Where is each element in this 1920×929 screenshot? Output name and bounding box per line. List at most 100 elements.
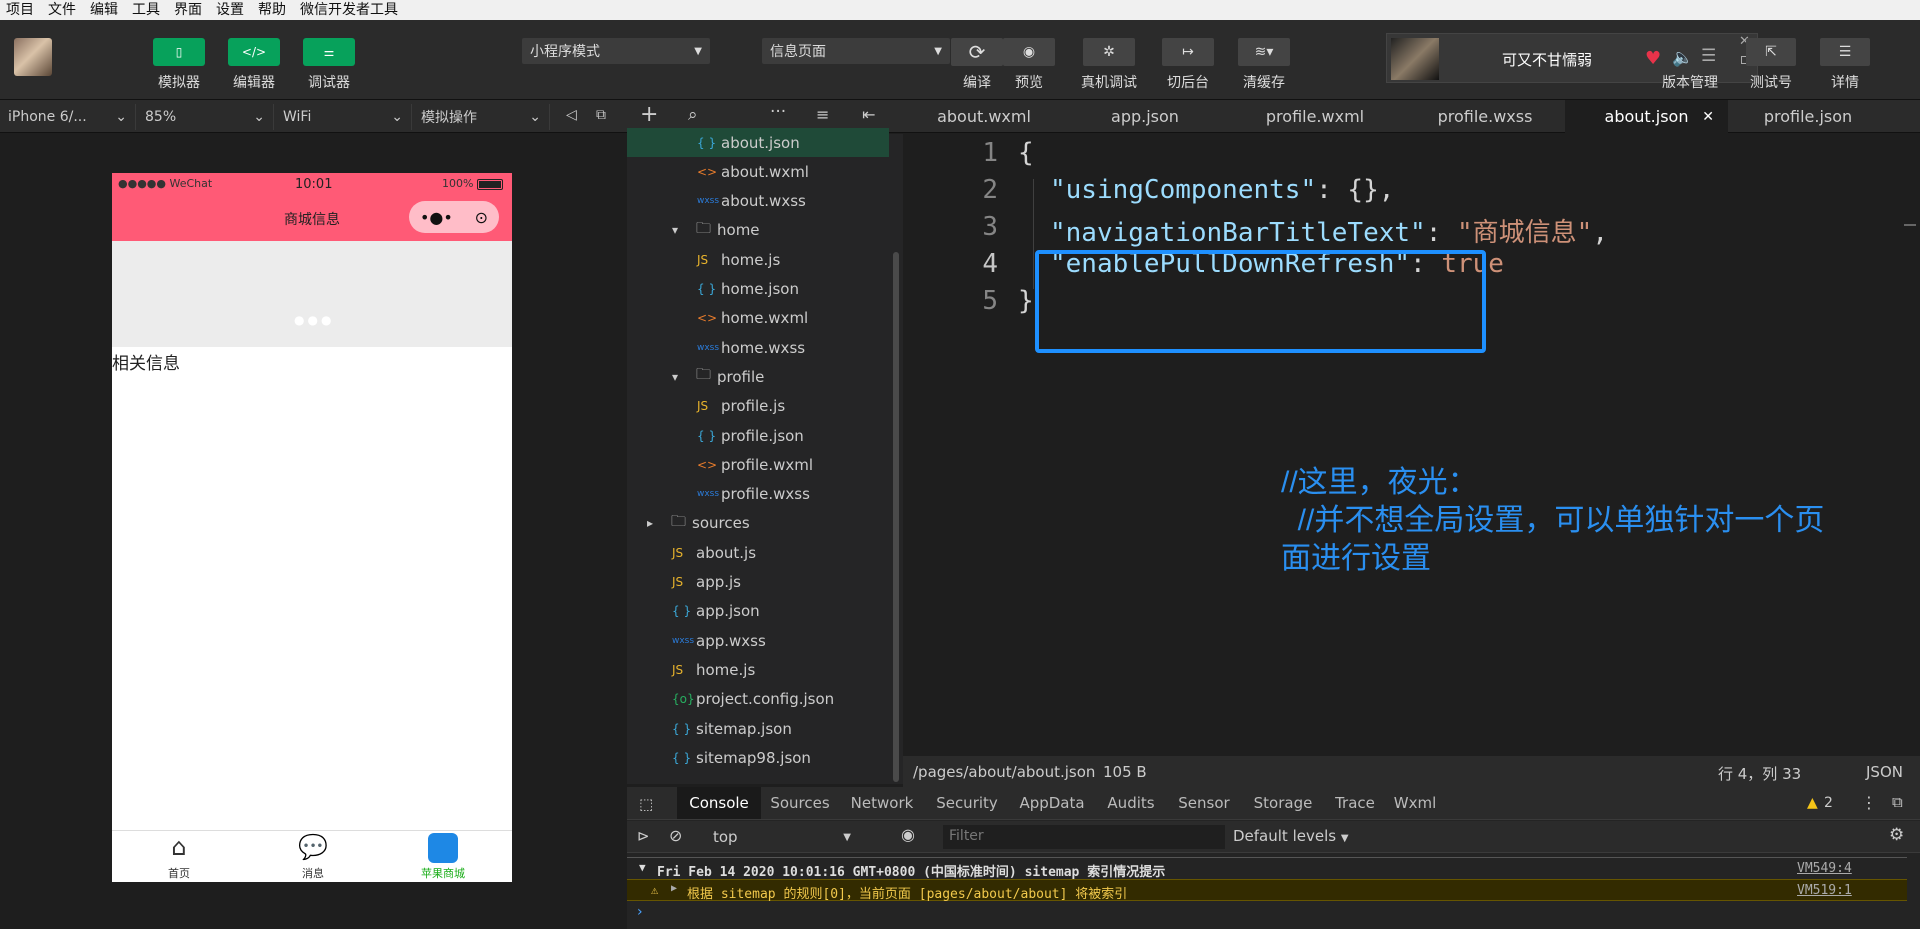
menu-item[interactable]: 工具 — [132, 0, 160, 20]
tree-scrollbar[interactable] — [893, 252, 899, 782]
menu-item[interactable]: 界面 — [174, 0, 202, 20]
mode-select[interactable]: 小程序模式 ▼ — [522, 38, 710, 64]
mute-icon[interactable]: ◁ — [566, 107, 577, 123]
tree-file[interactable]: JS app.js — [672, 568, 893, 597]
tree-file[interactable]: { } sitemap98.json — [672, 743, 893, 772]
warning-icon[interactable]: ▲ — [1807, 795, 1818, 811]
tree-file[interactable]: {o} project.config.json — [672, 685, 893, 714]
tab-about-json[interactable]: about.json ✕ — [1565, 100, 1728, 133]
tree-folder[interactable]: ▸ 🗀 sources — [647, 509, 893, 538]
collapse-icon[interactable]: ⇤ — [862, 105, 875, 124]
home-heart-icon[interactable]: ⌂ — [164, 833, 194, 861]
close-icon[interactable]: ✕ — [1702, 109, 1714, 125]
tree-file[interactable]: { } about.json — [627, 128, 889, 157]
background-button[interactable]: ↦ — [1162, 38, 1214, 66]
menu-item[interactable]: 项目 — [6, 0, 34, 20]
tab-about-wxml[interactable]: about.wxml — [903, 100, 1065, 133]
tree-file[interactable]: JS profile.js — [697, 392, 893, 421]
volume-icon[interactable]: 🔈 — [1672, 48, 1693, 68]
tree-file[interactable]: <> profile.wxml — [697, 450, 893, 479]
close-circle-icon[interactable]: ⊙ — [475, 208, 488, 227]
playlist-icon[interactable]: ☰ — [1701, 46, 1716, 66]
heart-icon[interactable]: ♥ — [1645, 48, 1661, 69]
filter-input[interactable]: Filter — [943, 825, 1225, 849]
test-id-button[interactable]: ⇱ — [1746, 38, 1796, 66]
eye-icon[interactable]: ◉ — [901, 825, 915, 844]
menu-item[interactable]: 设置 — [216, 0, 244, 20]
tab-profile-json[interactable]: profile.json — [1728, 100, 1888, 133]
console-group[interactable]: ▼ Fri Feb 14 2020 10:01:16 GMT+0800 (中国标… — [627, 857, 1907, 880]
simulator-button[interactable]: ▯ — [153, 38, 205, 66]
tree-file[interactable]: wxss home.wxss — [697, 333, 893, 362]
cursor-position[interactable]: 行 4，列 33 — [1718, 763, 1801, 784]
add-icon[interactable]: + — [640, 102, 658, 127]
log-source-link[interactable]: VM549:4 — [1797, 861, 1852, 876]
tree-file[interactable]: JS home.js — [697, 245, 893, 274]
inspect-icon[interactable]: ⬚ — [639, 795, 653, 813]
devtools-tab-wxml[interactable]: Wxml — [1385, 787, 1445, 819]
kebab-icon[interactable]: ⋮ — [1861, 793, 1877, 812]
tab-profile-wxml[interactable]: profile.wxml — [1225, 100, 1405, 133]
devtools-tab-sensor[interactable]: Sensor — [1167, 787, 1241, 819]
log-levels-select[interactable]: Default levels ▼ — [1233, 827, 1349, 845]
details-button[interactable]: ☰ — [1820, 38, 1870, 66]
sidebar-toggle-icon[interactable]: ⊳ — [637, 827, 650, 845]
menu-item[interactable]: 微信开发者工具 — [300, 0, 398, 20]
editor-button[interactable]: </> — [228, 38, 280, 66]
devtools-tab-storage[interactable]: Storage — [1241, 787, 1325, 819]
tree-file[interactable]: <> about.wxml — [697, 157, 893, 186]
tree-file[interactable]: { } app.json — [672, 597, 893, 626]
preview-button[interactable]: ◉ — [1003, 38, 1055, 66]
network-select[interactable]: WiFi ⌄ — [275, 104, 412, 130]
tab-home[interactable]: 首页 — [144, 865, 214, 881]
search-icon[interactable]: ⌕ — [688, 105, 698, 125]
apple-icon[interactable] — [428, 833, 458, 863]
gear-icon[interactable]: ⚙ — [1889, 825, 1904, 845]
tab-apple-store[interactable]: 苹果商城 — [408, 865, 478, 881]
devtools-tab-appdata[interactable]: AppData — [1009, 787, 1095, 819]
capsule-button[interactable]: •●• ⊙ — [409, 201, 499, 233]
clear-cache-button[interactable]: ≋▾ — [1238, 38, 1290, 66]
tree-file[interactable]: JS home.js — [672, 655, 893, 684]
tab-app-json[interactable]: app.json — [1065, 100, 1225, 133]
more-icon[interactable]: ··· — [770, 102, 786, 122]
device-select[interactable]: iPhone 6/... ⌄ — [0, 104, 136, 130]
version-label[interactable]: 版本管理 — [1650, 72, 1730, 92]
code-editor[interactable]: 1 2 3 4 5 { "usingComponents": {}, "navi… — [903, 134, 1920, 756]
tree-file[interactable]: { } profile.json — [697, 421, 893, 450]
tree-file[interactable]: <> home.wxml — [697, 304, 893, 333]
console-prompt[interactable]: › — [637, 904, 643, 920]
language-mode[interactable]: JSON — [1866, 763, 1903, 781]
tree-file[interactable]: wxss about.wxss — [697, 187, 893, 216]
compile-button[interactable]: ⟳ — [951, 38, 1003, 66]
context-select[interactable]: top ▼ — [707, 825, 857, 849]
expand-icon[interactable]: ▼ — [639, 861, 646, 874]
devtools-tab-sources[interactable]: Sources — [761, 787, 839, 819]
warning-count[interactable]: 2 — [1824, 795, 1833, 811]
menu-item[interactable]: 文件 — [48, 0, 76, 20]
avatar[interactable] — [14, 38, 52, 76]
devtools-tab-audits[interactable]: Audits — [1095, 787, 1167, 819]
tab-profile-wxss[interactable]: profile.wxss — [1405, 100, 1565, 133]
tree-file[interactable]: wxss app.wxss — [672, 626, 893, 655]
page-select[interactable]: 信息页面 ▼ — [762, 38, 950, 64]
tree-file[interactable]: wxss profile.wxss — [697, 480, 893, 509]
console-warning-row[interactable]: ⚠ ▶ 根据 sitemap 的规则[0]，当前页面 [pages/about/… — [627, 879, 1907, 902]
menu-item[interactable]: 编辑 — [90, 0, 118, 20]
sort-icon[interactable]: ≡ — [816, 105, 829, 124]
popout-icon[interactable]: ⧉ — [596, 107, 606, 123]
debugger-button[interactable]: ⚌ — [303, 38, 355, 66]
tree-file[interactable]: { } sitemap.json — [672, 714, 893, 743]
menu-item[interactable]: 帮助 — [258, 0, 286, 20]
devtools-tab-console[interactable]: Console — [677, 787, 761, 819]
dock-icon[interactable]: ⧉ — [1892, 793, 1903, 811]
chat-icon[interactable]: 💬 — [298, 833, 328, 861]
devtools-tab-security[interactable]: Security — [925, 787, 1009, 819]
devtools-tab-network[interactable]: Network — [839, 787, 925, 819]
zoom-select[interactable]: 85% ⌄ — [137, 104, 274, 130]
tree-file[interactable]: JS about.js — [672, 538, 893, 567]
tree-file[interactable]: { } home.json — [697, 275, 893, 304]
clear-console-icon[interactable]: ⊘ — [669, 826, 682, 845]
tree-folder[interactable]: ▾ 🗀 profile — [672, 362, 893, 391]
devtools-tab-trace[interactable]: Trace — [1325, 787, 1385, 819]
